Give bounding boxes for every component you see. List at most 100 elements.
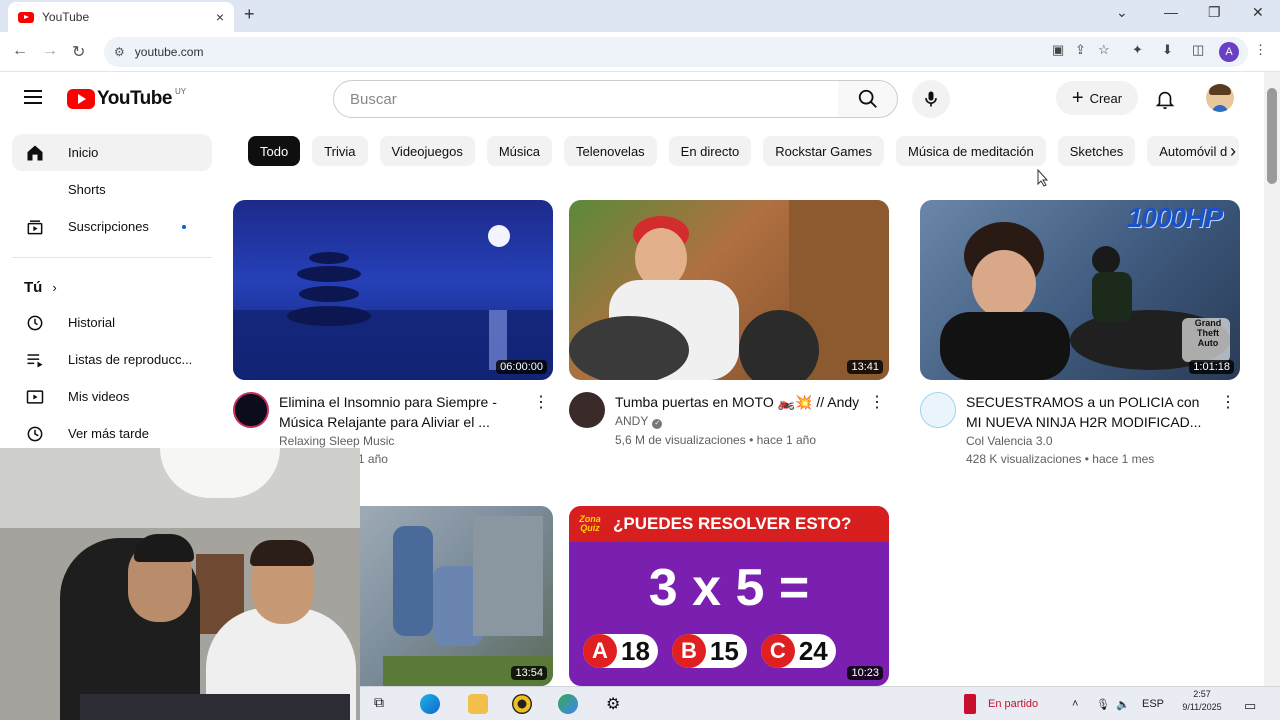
chip-automobile[interactable]: Automóvil d	[1147, 136, 1240, 166]
create-button[interactable]: + Crear	[1056, 81, 1138, 115]
chrome-icon[interactable]	[558, 694, 578, 714]
chip-music[interactable]: Música	[486, 136, 553, 166]
video-card[interactable]: 13:41 Tumba puertas en MOTO 🏍️💥 // Andy …	[569, 200, 889, 472]
sidebar-item-watch-later[interactable]: Ver más tarde	[12, 415, 212, 452]
quiz-equation: 3 x 5 =	[648, 559, 810, 617]
tab-close-icon[interactable]: ×	[216, 9, 224, 25]
back-arrow-icon[interactable]: ←	[12, 42, 28, 60]
volume-icon[interactable]: 🔈	[1116, 698, 1130, 711]
chip-live[interactable]: En directo	[668, 136, 752, 166]
chip-meditation-music[interactable]: Música de meditación	[896, 136, 1046, 166]
quiz-option: B 15	[671, 634, 747, 668]
channel-name-row[interactable]: ANDY ✓	[615, 414, 889, 429]
sidebar-item-shorts[interactable]: Shorts	[12, 171, 212, 208]
sidebar-item-playlists[interactable]: Listas de reproducc...	[12, 341, 212, 378]
channel-avatar[interactable]	[569, 392, 605, 428]
chip-rockstar-games[interactable]: Rockstar Games	[763, 136, 885, 166]
reload-icon[interactable]: ↻	[72, 42, 85, 62]
site-info-icon[interactable]: ⚙	[114, 45, 125, 59]
chevron-right-icon: ›	[52, 279, 57, 295]
video-title[interactable]: Elimina el Insomnio para Siempre - Músic…	[279, 392, 529, 432]
video-thumbnail[interactable]: 13:41	[569, 200, 889, 380]
window-close-icon[interactable]: ✕	[1252, 4, 1264, 21]
voice-search-button[interactable]	[912, 80, 950, 118]
video-card[interactable]: 06:00:00 Elimina el Insomnio para Siempr…	[233, 200, 553, 472]
sidebar-item-your-videos[interactable]: Mis videos	[12, 378, 212, 415]
minimize-icon[interactable]: —	[1164, 4, 1178, 20]
chip-telenovelas[interactable]: Telenovelas	[564, 136, 657, 166]
quiz-option-value: 15	[709, 635, 739, 666]
language-indicator[interactable]: ESP	[1142, 698, 1164, 710]
hamburger-menu-icon[interactable]	[24, 90, 42, 104]
video-stats: 428 K visualizaciones • hace 1 mes	[966, 452, 1155, 466]
new-tab-button[interactable]: +	[244, 4, 255, 25]
chip-all[interactable]: Todo	[248, 136, 301, 166]
channel-name[interactable]: Col Valencia 3.0	[966, 434, 1240, 448]
quiz-option-letter: A	[583, 634, 617, 668]
settings-gear-icon[interactable]: ⚙	[606, 694, 626, 714]
microphone-tray-icon[interactable]: 🎙	[1096, 698, 1110, 711]
chip-scroll-right-icon[interactable]: ›	[1230, 141, 1236, 162]
channel-name[interactable]: Relaxing Sleep Music	[279, 434, 553, 448]
sidebar-section-you[interactable]: Tú ›	[12, 270, 212, 304]
sidebar-item-label: Inicio	[68, 145, 99, 160]
browser-tab[interactable]: YouTube ×	[8, 2, 234, 32]
clock-date: 9/11/2025	[1182, 702, 1222, 712]
video-card[interactable]: Zona Quiz ¿PUEDES RESOLVER ESTO? 3 x 5 =…	[569, 506, 889, 686]
video-thumbnail[interactable]: 1000HP Grand Theft Auto 1:01:18	[920, 200, 1240, 380]
account-avatar[interactable]	[1206, 84, 1234, 112]
video-card[interactable]: 1000HP Grand Theft Auto 1:01:18 SECUESTR…	[920, 200, 1240, 472]
video-title[interactable]: Tumba puertas en MOTO 🏍️💥 // Andy	[615, 392, 865, 412]
browser-menu-icon[interactable]: ⋮	[1254, 42, 1267, 58]
chip-trivia[interactable]: Trivia	[312, 136, 368, 166]
sidebar-item-subscriptions[interactable]: Suscripciones	[12, 208, 212, 245]
tab-search-chevron-icon[interactable]: ⌄	[1116, 4, 1128, 21]
browser-profile-avatar[interactable]: A	[1219, 42, 1239, 62]
sidebar-item-home[interactable]: Inicio	[12, 134, 212, 171]
forward-arrow-icon[interactable]: →	[42, 42, 58, 60]
obs-studio-icon[interactable]	[512, 694, 532, 714]
video-thumbnail[interactable]: 06:00:00	[233, 200, 553, 380]
video-stats: 5,6 M de visualizaciones • hace 1 año	[615, 433, 816, 447]
video-duration: 1:01:18	[1189, 360, 1234, 374]
youtube-logo[interactable]: YouTube UY	[67, 87, 186, 110]
more-options-icon[interactable]: ⋮	[533, 392, 549, 412]
taskbar-clock[interactable]: 2:57 9/11/2025	[1172, 688, 1232, 714]
task-view-icon[interactable]: ⧉	[374, 694, 394, 714]
youtube-play-icon	[67, 89, 95, 109]
logo-wordmark: YouTube	[97, 88, 172, 109]
motorcycle-person-artwork	[569, 200, 889, 380]
quiz-option-value: 18	[621, 635, 650, 666]
video-thumbnail[interactable]: Zona Quiz ¿PUEDES RESOLVER ESTO? 3 x 5 =…	[569, 506, 889, 686]
extensions-puzzle-icon[interactable]: ✦	[1132, 42, 1143, 58]
share-icon[interactable]: ⇪	[1075, 42, 1086, 58]
sidebar-item-label: Listas de reproducc...	[68, 352, 193, 367]
restore-icon[interactable]: ❐	[1208, 4, 1221, 21]
scrollbar-thumb[interactable]	[1267, 88, 1277, 184]
tray-chevron-icon[interactable]: ˄	[1072, 698, 1078, 710]
channel-avatar[interactable]	[920, 392, 956, 428]
more-options-icon[interactable]: ⋮	[1220, 392, 1236, 412]
bookmark-star-icon[interactable]: ☆	[1098, 42, 1110, 58]
chip-sketches[interactable]: Sketches	[1057, 136, 1136, 166]
search-button[interactable]	[838, 80, 898, 118]
edge-browser-icon[interactable]	[420, 694, 440, 714]
channel-avatar[interactable]	[233, 392, 269, 428]
webcam-overlay	[0, 448, 360, 720]
sidebar-item-label: Historial	[68, 315, 115, 330]
install-app-icon[interactable]: ▣	[1052, 42, 1064, 58]
video-title[interactable]: SECUESTRAMOS a un POLICIA con MI NUEVA N…	[966, 392, 1216, 432]
more-options-icon[interactable]: ⋮	[869, 392, 885, 412]
notifications-bell-icon[interactable]	[1154, 88, 1176, 110]
search-input[interactable]: Buscar	[333, 80, 839, 118]
chip-videogames[interactable]: Videojuegos	[379, 136, 475, 166]
live-game-label[interactable]: En partido	[988, 698, 1038, 710]
webcam-keyboard	[80, 694, 350, 720]
side-panel-icon[interactable]: ◫	[1192, 42, 1204, 58]
nba-icon[interactable]	[964, 694, 976, 714]
file-explorer-icon[interactable]	[468, 694, 488, 714]
notifications-chat-icon[interactable]: ▭	[1244, 698, 1256, 714]
sidebar-item-history[interactable]: Historial	[12, 304, 212, 341]
downloads-icon[interactable]: ⬇	[1162, 42, 1173, 58]
create-label: Crear	[1089, 90, 1123, 106]
